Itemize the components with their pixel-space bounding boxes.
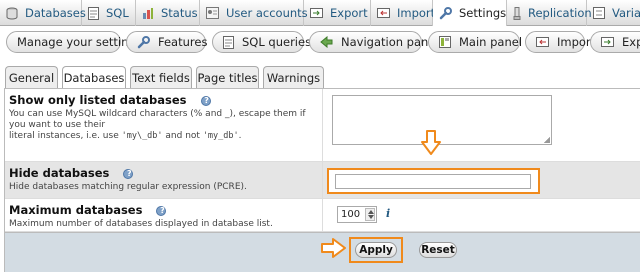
tab-replication[interactable]: Replication xyxy=(507,0,592,26)
help-icon[interactable] xyxy=(123,169,134,179)
field-description: You can use MySQL wildcard characters (%… xyxy=(9,109,306,141)
hide-databases-input[interactable] xyxy=(335,174,531,189)
spinner-arrows-icon[interactable] xyxy=(365,208,375,221)
tab-import[interactable]: Import xyxy=(371,0,435,26)
row-maximum-databases: Maximum databases Maximum number of data… xyxy=(5,199,640,232)
subnav-export[interactable]: Expo xyxy=(590,31,640,53)
tab-user-accounts[interactable]: User accounts xyxy=(200,0,308,26)
tab-text-fields[interactable]: Text fields xyxy=(130,66,192,88)
sql-icon xyxy=(88,6,99,20)
subnav-features[interactable]: Features xyxy=(126,31,207,53)
right-arrow-icon xyxy=(321,238,346,258)
tab-databases-settings[interactable]: Databases xyxy=(62,66,126,89)
field-description: Maximum number of databases displayed in… xyxy=(9,219,273,229)
export-icon xyxy=(601,35,614,49)
down-arrow-icon xyxy=(421,130,441,155)
databases-settings-tabs: General Databases Text fields Page title… xyxy=(0,62,640,89)
tab-page-titles[interactable]: Page titles xyxy=(196,66,259,88)
export-icon xyxy=(310,6,323,20)
wrench-icon xyxy=(137,35,150,49)
wrench-icon xyxy=(439,6,452,20)
subnav-main-panel[interactable]: Main panel xyxy=(428,31,522,53)
info-icon[interactable]: i xyxy=(386,207,390,220)
users-icon xyxy=(206,6,219,20)
apply-button[interactable]: Apply xyxy=(355,242,397,258)
top-tab-bar: Databases SQL Status User accounts Expor… xyxy=(0,0,640,27)
subnav-navigation-panel[interactable]: Navigation panel xyxy=(309,31,439,53)
import-icon xyxy=(536,35,549,49)
field-description: Hide databases matching regular expressi… xyxy=(9,182,247,192)
variables-icon xyxy=(593,6,605,20)
status-icon xyxy=(142,6,154,20)
field-label: Maximum databases xyxy=(9,203,143,217)
sql-icon xyxy=(223,35,234,49)
import-icon xyxy=(377,6,390,20)
tab-export[interactable]: Export xyxy=(304,0,371,26)
only-db-textarea[interactable] xyxy=(332,95,552,145)
max-databases-spinner[interactable]: 100 xyxy=(337,206,377,223)
database-icon xyxy=(6,6,18,20)
navigation-icon xyxy=(320,35,333,49)
tab-general[interactable]: General xyxy=(5,66,58,88)
tab-sql[interactable]: SQL xyxy=(82,0,136,26)
row-show-only-listed-databases: Show only listed databases You can use M… xyxy=(5,89,640,162)
row-hide-databases: Hide databases Hide databases matching r… xyxy=(5,162,640,199)
main-panel-icon xyxy=(439,35,451,49)
subnav-manage-settings[interactable]: Manage your settings xyxy=(6,31,142,53)
subnav-import[interactable]: Import xyxy=(525,31,595,53)
tab-settings[interactable]: Settings xyxy=(433,0,507,27)
tab-status[interactable]: Status xyxy=(136,0,200,26)
tab-warnings[interactable]: Warnings xyxy=(263,66,324,88)
reset-button[interactable]: Reset xyxy=(419,242,457,258)
tab-variables[interactable]: Variab xyxy=(587,0,640,26)
tab-databases[interactable]: Databases xyxy=(0,0,86,26)
field-label: Hide databases xyxy=(9,166,110,180)
help-icon[interactable] xyxy=(156,206,167,216)
help-icon[interactable] xyxy=(200,96,212,106)
replication-icon xyxy=(513,6,521,20)
hide-databases-highlight xyxy=(327,168,540,194)
settings-subnav: Manage your settings Features SQL querie… xyxy=(0,26,640,58)
subnav-sql-queries[interactable]: SQL queries xyxy=(212,31,311,53)
field-label: Show only listed databases xyxy=(9,93,187,107)
